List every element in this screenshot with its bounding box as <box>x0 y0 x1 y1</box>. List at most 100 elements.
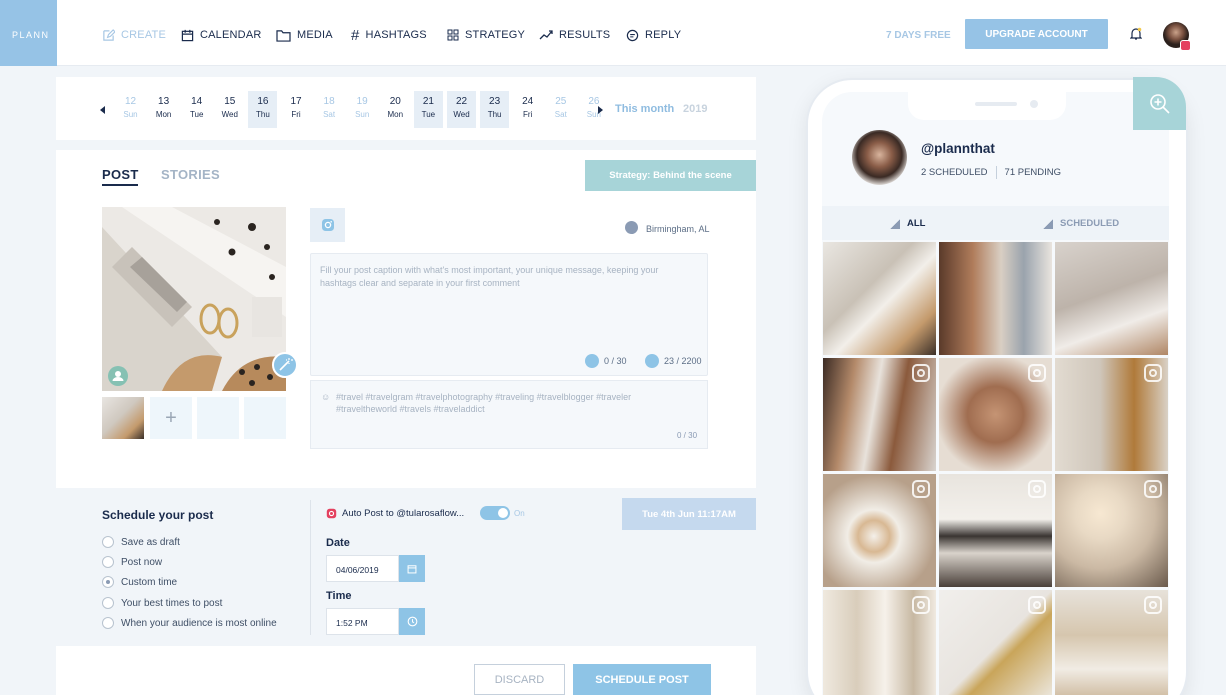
media-thumbnail[interactable] <box>102 397 144 439</box>
nav-reply[interactable]: REPLY <box>626 27 681 43</box>
radio-button[interactable] <box>102 536 114 548</box>
feed-tile-latte-art[interactable] <box>823 474 936 587</box>
day-number: 24 <box>522 96 534 107</box>
day-cell[interactable]: 14 Tue <box>182 91 211 128</box>
logo[interactable]: PLANN <box>0 0 57 66</box>
radio-label[interactable]: Save as draft <box>121 537 180 548</box>
nav-media[interactable]: MEDIA <box>276 27 333 43</box>
schedule-post-button[interactable]: SCHEDULE POST <box>573 664 711 695</box>
profile-handle: @plannthat <box>921 141 995 156</box>
hashtag-suggestions: #travel #travelgram #travelphotography #… <box>336 392 632 414</box>
nav-create[interactable]: CREATE <box>102 27 166 43</box>
add-media-button[interactable]: + <box>150 397 192 439</box>
hashtag-icon: # <box>351 26 360 44</box>
time-picker-button[interactable] <box>399 608 425 635</box>
feed-tile-desk-flatlay[interactable] <box>823 242 936 355</box>
nav-label: HASHTAGS <box>365 29 427 41</box>
post-image[interactable] <box>102 207 286 391</box>
next-arrow-icon[interactable] <box>597 106 603 114</box>
instagram-icon[interactable] <box>310 208 345 242</box>
day-cell[interactable]: 23 Thu <box>480 91 510 128</box>
discard-button[interactable]: DISCARD <box>474 664 565 695</box>
day-number: 15 <box>224 96 236 107</box>
day-cell[interactable]: 13 Mon <box>149 91 178 128</box>
phone-notch <box>908 92 1066 120</box>
feed-tile-knit-blanket[interactable] <box>1055 242 1168 355</box>
day-cell[interactable]: 22 Wed <box>447 91 476 128</box>
nav-calendar[interactable]: CALENDAR <box>181 27 262 43</box>
feed-tile-picture-frame[interactable] <box>939 474 1052 587</box>
day-number: 20 <box>389 96 401 107</box>
nav-strategy[interactable]: STRATEGY <box>447 27 525 43</box>
instagram-icon <box>912 480 930 498</box>
location-label[interactable]: Birmingham, AL <box>646 224 710 234</box>
radio-button[interactable] <box>102 617 114 629</box>
empty-thumbnail[interactable] <box>197 397 239 439</box>
day-cell[interactable]: 17 Fri <box>282 91 311 128</box>
emoji-icon[interactable] <box>645 354 659 368</box>
radio-label[interactable]: Custom time <box>121 577 177 588</box>
day-number: 13 <box>158 96 170 107</box>
day-cell[interactable]: 19 Sun <box>348 91 377 128</box>
zoom-in-icon[interactable] <box>1133 77 1186 130</box>
magic-wand-icon[interactable] <box>272 352 298 378</box>
day-weekday: Sun <box>355 110 370 119</box>
feed-tile-clothes-rack[interactable] <box>939 242 1052 355</box>
radio-label[interactable]: Post now <box>121 557 162 568</box>
calendar-picker-button[interactable] <box>399 555 425 582</box>
nav-hashtags[interactable]: # HASHTAGS <box>351 26 427 44</box>
upgrade-account-button[interactable]: UPGRADE ACCOUNT <box>965 19 1108 49</box>
autopost-toggle[interactable] <box>480 506 510 520</box>
tab-post[interactable]: POST <box>102 167 139 182</box>
day-weekday: Wed <box>221 110 238 119</box>
day-cell[interactable]: 20 Mon <box>381 91 410 128</box>
radio-label[interactable]: When your audience is most online <box>121 618 277 629</box>
nav-results[interactable]: RESULTS <box>539 27 610 43</box>
feed-tile-gold-necklaces[interactable] <box>939 358 1052 471</box>
instagram-icon <box>1144 364 1162 382</box>
radio-label[interactable]: Your best times to post <box>121 598 222 609</box>
profile-stats: 2 SCHEDULED 71 PENDING <box>921 166 1061 179</box>
feed-tile-gold-earrings[interactable] <box>939 590 1052 695</box>
filter-corner-icon <box>1043 218 1053 229</box>
bell-icon[interactable] <box>1130 27 1142 40</box>
day-cell[interactable]: 25 Sat <box>546 91 575 128</box>
day-cell[interactable]: 18 Sat <box>315 91 344 128</box>
day-weekday: Mon <box>387 110 404 119</box>
tab-stories[interactable]: STORIES <box>161 167 220 182</box>
feed-tile-dried-flowers[interactable] <box>1055 590 1168 695</box>
feed-tile-beige-coat[interactable] <box>1055 358 1168 471</box>
date-label: Date <box>326 537 350 549</box>
tab-scheduled[interactable]: SCHEDULED <box>1043 218 1119 229</box>
feed-tile-curtains[interactable] <box>823 590 936 695</box>
feed-tile-candle-cups[interactable] <box>1055 474 1168 587</box>
day-weekday: Sun <box>586 110 601 119</box>
day-cell[interactable]: 26 Sun <box>579 91 608 128</box>
day-cell[interactable]: 16 Thu <box>248 91 278 128</box>
radio-button[interactable] <box>102 597 114 609</box>
tag-person-icon[interactable] <box>108 366 128 386</box>
tab-all[interactable]: ALL <box>890 218 925 229</box>
day-number: 22 <box>455 96 468 107</box>
day-number: 16 <box>257 96 269 107</box>
date-input[interactable]: 04/06/2019 <box>326 555 399 582</box>
strategy-tag[interactable]: Strategy: Behind the scene <box>585 160 756 191</box>
day-cell[interactable]: 15 Wed <box>215 91 244 128</box>
this-month-label[interactable]: This month <box>615 103 674 115</box>
empty-thumbnail[interactable] <box>244 397 286 439</box>
day-cell[interactable]: 24 Fri <box>513 91 542 128</box>
day-weekday: Tue <box>421 110 436 119</box>
nav-label: STRATEGY <box>465 29 526 41</box>
radio-button[interactable] <box>102 576 114 588</box>
time-input[interactable]: 1:52 PM <box>326 608 399 635</box>
feed-tile-hanging-shirts[interactable] <box>823 358 936 471</box>
separator <box>995 166 997 179</box>
profile-avatar <box>852 130 907 185</box>
day-number: 21 <box>422 96 434 107</box>
radio-button[interactable] <box>102 556 114 568</box>
day-weekday: Sat <box>323 110 336 119</box>
instagram-icon <box>1028 596 1046 614</box>
prev-arrow-icon[interactable] <box>100 106 106 114</box>
day-cell[interactable]: 21 Tue <box>413 91 443 128</box>
day-cell[interactable]: 12 Sun <box>116 91 145 128</box>
